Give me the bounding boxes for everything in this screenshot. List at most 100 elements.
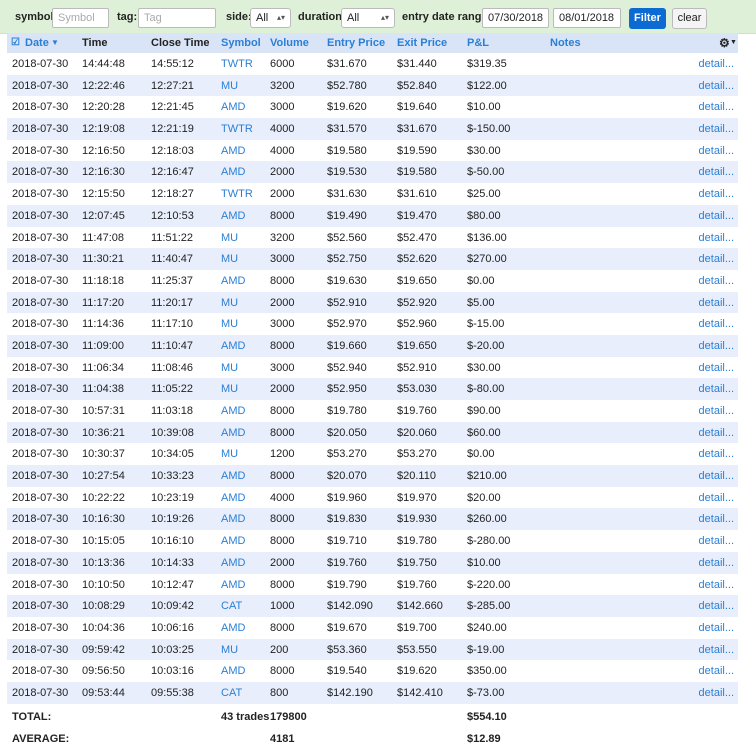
column-header-symbol[interactable]: Symbol [221, 37, 261, 49]
detail-link[interactable]: detail... [699, 535, 734, 547]
pl-cell: $0.00 [467, 448, 495, 461]
symbol-link[interactable]: MU [221, 80, 238, 92]
symbol-link[interactable]: MU [221, 297, 238, 309]
detail-link[interactable]: detail... [699, 210, 734, 222]
date-from-input[interactable] [482, 8, 549, 28]
symbol-link[interactable]: MU [221, 383, 238, 395]
symbol-link[interactable]: AMD [221, 579, 245, 591]
detail-link[interactable]: detail... [699, 665, 734, 677]
detail-link[interactable]: detail... [699, 318, 734, 330]
table-row: 2018-07-30 09:56:50 10:03:16 AMD 8000 $19.540… [7, 660, 738, 682]
detail-link[interactable]: detail... [699, 232, 734, 244]
exit-price-cell: $19.780 [397, 535, 437, 548]
symbol-link[interactable]: TWTR [221, 58, 253, 70]
detail-link[interactable]: detail... [699, 470, 734, 482]
close-time-cell: 12:18:03 [151, 144, 194, 157]
detail-link[interactable]: detail... [699, 188, 734, 200]
column-header-exit-price[interactable]: Exit Price [397, 37, 447, 49]
detail-link[interactable]: detail... [699, 492, 734, 504]
detail-link[interactable]: detail... [699, 427, 734, 439]
detail-link[interactable]: detail... [699, 513, 734, 525]
detail-link[interactable]: detail... [699, 362, 734, 374]
gear-icon[interactable]: ⚙ [719, 36, 730, 50]
detail-link[interactable]: detail... [699, 145, 734, 157]
detail-link[interactable]: detail... [699, 644, 734, 656]
symbol-link[interactable]: MU [221, 362, 238, 374]
filter-button[interactable]: Filter [629, 8, 666, 29]
trades-table-body: 2018-07-30 14:44:48 14:55:12 TWTR 6000 $31.67… [7, 53, 738, 704]
detail-link[interactable]: detail... [699, 687, 734, 699]
symbol-link[interactable]: AMD [221, 101, 245, 113]
symbol-link[interactable]: AMD [221, 166, 245, 178]
chevron-down-icon[interactable]: ▼ [730, 39, 737, 46]
symbol-link[interactable]: AMD [221, 665, 245, 677]
tag-filter-input[interactable] [138, 8, 216, 28]
table-row: 2018-07-30 11:04:38 11:05:22 MU 2000 $52.950 $… [7, 378, 738, 400]
detail-link[interactable]: detail... [699, 579, 734, 591]
symbol-link[interactable]: AMD [221, 405, 245, 417]
detail-link[interactable]: detail... [699, 166, 734, 178]
detail-link[interactable]: detail... [699, 448, 734, 460]
column-header-notes[interactable]: Notes [550, 37, 581, 49]
detail-link[interactable]: detail... [699, 622, 734, 634]
symbol-link[interactable]: AMD [221, 622, 245, 634]
exit-price-cell: $19.590 [397, 144, 437, 157]
clear-button[interactable]: clear [672, 8, 707, 29]
close-time-cell: 10:33:23 [151, 470, 194, 483]
volume-cell: 8000 [270, 209, 295, 222]
symbol-link[interactable]: MU [221, 318, 238, 330]
detail-link[interactable]: detail... [699, 383, 734, 395]
symbol-link[interactable]: AMD [221, 210, 245, 222]
symbol-filter-input[interactable] [52, 8, 109, 28]
detail-link[interactable]: detail... [699, 340, 734, 352]
date-to-input[interactable] [553, 8, 621, 28]
select-all-checkbox-icon[interactable]: ☑ [11, 37, 20, 48]
pl-cell: $80.00 [467, 209, 501, 222]
column-header-volume[interactable]: Volume [270, 37, 309, 49]
volume-cell: 2000 [270, 188, 295, 201]
column-header-pl[interactable]: P&L [467, 37, 489, 49]
symbol-link[interactable]: MU [221, 253, 238, 265]
volume-cell: 3000 [270, 318, 295, 331]
symbol-link[interactable]: AMD [221, 145, 245, 157]
symbol-link[interactable]: AMD [221, 557, 245, 569]
symbol-link[interactable]: AMD [221, 513, 245, 525]
sort-desc-icon[interactable]: ▼ [51, 38, 59, 47]
duration-select[interactable]: All ▴▾ [341, 8, 395, 28]
column-header-entry-price[interactable]: Entry Price [327, 37, 385, 49]
date-cell: 2018-07-30 [12, 470, 69, 483]
symbol-link[interactable]: MU [221, 232, 238, 244]
symbol-link[interactable]: AMD [221, 340, 245, 352]
symbol-link[interactable]: AMD [221, 275, 245, 287]
table-row: 2018-07-30 10:27:54 10:33:23 AMD 8000 $20.070… [7, 465, 738, 487]
column-header-date[interactable]: Date [25, 37, 49, 49]
side-select[interactable]: All ▴▾ [250, 8, 291, 28]
symbol-link[interactable]: AMD [221, 535, 245, 547]
detail-link[interactable]: detail... [699, 275, 734, 287]
symbol-link[interactable]: TWTR [221, 188, 253, 200]
detail-link[interactable]: detail... [699, 600, 734, 612]
close-time-cell: 10:16:10 [151, 535, 194, 548]
symbol-link[interactable]: AMD [221, 492, 245, 504]
symbol-link[interactable]: AMD [221, 470, 245, 482]
detail-link[interactable]: detail... [699, 405, 734, 417]
symbol-link[interactable]: TWTR [221, 123, 253, 135]
symbol-link[interactable]: AMD [221, 427, 245, 439]
table-row: 2018-07-30 11:09:00 11:10:47 AMD 8000 $19.660… [7, 334, 738, 357]
detail-link[interactable]: detail... [699, 557, 734, 569]
volume-cell: 8000 [270, 339, 295, 352]
symbol-link[interactable]: CAT [221, 600, 242, 612]
volume-cell: 2000 [270, 383, 295, 396]
detail-link[interactable]: detail... [699, 123, 734, 135]
detail-link[interactable]: detail... [699, 253, 734, 265]
detail-link[interactable]: detail... [699, 58, 734, 70]
detail-link[interactable]: detail... [699, 101, 734, 113]
exit-price-cell: $20.060 [397, 426, 437, 439]
date-cell: 2018-07-30 [12, 274, 69, 287]
detail-link[interactable]: detail... [699, 297, 734, 309]
symbol-link[interactable]: CAT [221, 687, 242, 699]
close-time-cell: 10:19:26 [151, 513, 194, 526]
symbol-link[interactable]: MU [221, 448, 238, 460]
symbol-link[interactable]: MU [221, 644, 238, 656]
detail-link[interactable]: detail... [699, 80, 734, 92]
